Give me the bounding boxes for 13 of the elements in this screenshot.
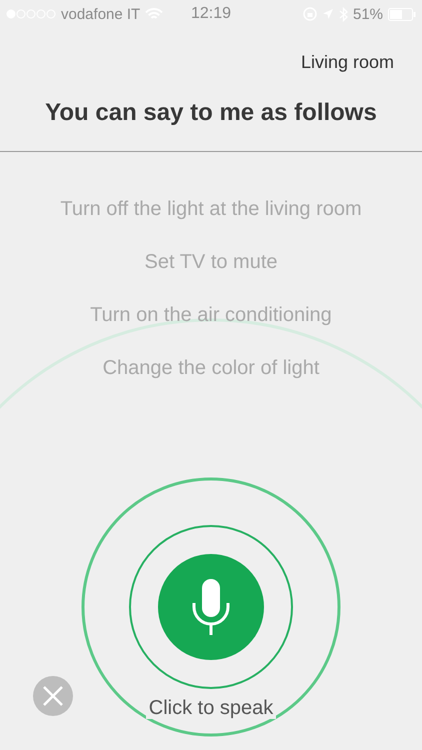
room-selector[interactable]: Living room xyxy=(300,48,394,76)
carrier-name: vodafone IT xyxy=(61,6,140,22)
suggestion-text: Change the color of light xyxy=(102,357,320,381)
speak-hint: Click to speak xyxy=(146,697,276,719)
clock-time: 12:19 xyxy=(190,5,232,23)
suggestion-text: Set TV to mute xyxy=(144,251,278,275)
close-button[interactable] xyxy=(33,676,73,716)
page-title: You can say to me as follows xyxy=(44,99,378,128)
close-icon xyxy=(42,685,64,707)
suggestion-text: Turn off the light at the living room xyxy=(60,198,362,222)
battery-percentage: 51% xyxy=(352,6,384,22)
suggestion-text: Turn on the air conditioning xyxy=(90,304,332,328)
microphone-icon xyxy=(191,577,231,637)
